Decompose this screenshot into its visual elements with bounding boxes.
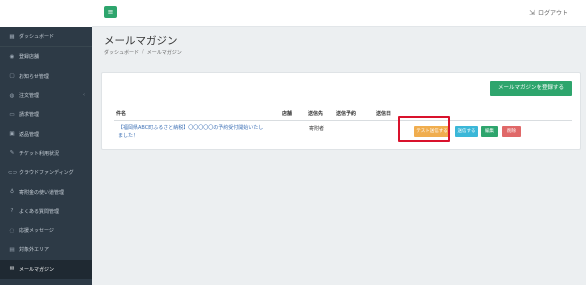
subject-line-2: ました！ [118,132,139,139]
sidebar: ▦ ダッシュボード ◉ 登録店舗 ▢ お知らせ管理 ◍ 注文管理 ‹ ▭ 請求管… [0,0,92,285]
menu-toggle-button[interactable]: ≡ [104,6,117,18]
donation-icon: ♁ [9,189,15,196]
table-header: 件名 店舗 送信先 送信予約 送信日 [114,110,572,119]
logout-link[interactable]: ⇲ ログアウト [529,8,568,18]
store-icon: ◉ [9,53,15,60]
sidebar-item-label: 注文管理 [19,93,40,100]
dashboard-icon: ▦ [9,33,15,40]
sidebar-item-label: 応援メッセージ [19,228,54,235]
sidebar-item-label: 請求管理 [19,112,40,119]
sidebar-item-billing[interactable]: ▭ 請求管理 [0,105,92,124]
table-row: 【福岡県ABC町ふるさと納税】〇〇〇〇〇の予約受付開始いたし ました！ 寄附者 … [114,123,572,143]
sidebar-item-notices[interactable]: ▢ お知らせ管理 [0,67,92,86]
sidebar-item-orders[interactable]: ◍ 注文管理 ‹ [0,86,92,105]
breadcrumb-separator: / [142,49,144,55]
logout-icon: ⇲ [529,8,535,17]
billing-icon: ▭ [9,111,15,118]
sidebar-item-crowdfunding[interactable]: ⊂⊃ クラウドファンディング [0,163,92,182]
highlight-box [398,116,450,142]
sidebar-item-dashboard[interactable]: ▦ ダッシュボード [0,27,92,46]
register-mail-magazine-button[interactable]: メールマガジンを登録する [490,81,572,96]
page-title: メールマガジン [104,35,178,47]
sidebar-item-label: クラウドファンディング [19,170,74,177]
sidebar-item-donation-usage[interactable]: ♁ 寄附金の使い道管理 [0,182,92,201]
column-header-store: 店舗 [282,111,293,117]
sidebar-item-mail-magazine[interactable]: ✉ メールマガジン [0,259,92,279]
return-icon: ▣ [9,131,15,138]
send-button[interactable]: 送信する [455,125,478,137]
mail-icon: ✉ [9,266,15,273]
sidebar-item-label: 返品管理 [19,131,40,138]
recipient-cell: 寄附者 [309,126,325,132]
mail-magazine-panel: メールマガジンを登録する 件名 店舗 送信先 送信予約 送信日 【福岡県ABC町… [101,72,581,150]
sidebar-item-label: よくある質問管理 [19,208,60,215]
sidebar-item-label: メールマガジン [19,266,55,273]
sidebar-item-messages[interactable]: ◌ 応援メッセージ [0,221,92,240]
cart-icon: ◍ [9,92,15,99]
subject-link[interactable]: 【福岡県ABC町ふるさと納税】〇〇〇〇〇の予約受付開始いたし ました！ [118,125,278,140]
notice-icon: ▢ [9,73,15,80]
chevron-left-icon: ‹ [83,91,85,98]
divider [114,120,572,121]
ticket-icon: ✎ [9,150,15,157]
sidebar-item-label: チケット利用状況 [19,150,60,157]
logout-label: ログアウト [537,10,568,17]
sidebar-item-tickets[interactable]: ✎ チケット利用状況 [0,144,92,163]
sidebar-item-faq[interactable]: ? よくある質問管理 [0,202,92,221]
column-header-subject: 件名 [116,111,127,117]
top-bar: ≡ ⇲ ログアウト [92,0,586,27]
column-header-sent-date: 送信日 [376,111,392,117]
area-icon: ▤ [9,246,15,253]
delete-button[interactable]: 削除 [502,125,521,137]
sidebar-item-excluded-areas[interactable]: ▤ 対象外エリア [0,240,92,259]
sidebar-item-label: 登録店舗 [19,54,40,61]
faq-icon: ? [10,208,14,215]
subject-line-1: 【福岡県ABC町ふるさと納税】〇〇〇〇〇の予約受付開始いたし [118,125,264,131]
crowdfunding-icon: ⊂⊃ [8,169,18,176]
column-header-scheduled: 送信予約 [336,111,357,117]
sidebar-item-label: 対象外エリア [19,247,50,254]
breadcrumb-link-dashboard[interactable]: ダッシュボード [104,49,139,56]
sidebar-nav: ▦ ダッシュボード ◉ 登録店舗 ▢ お知らせ管理 ◍ 注文管理 ‹ ▭ 請求管… [0,27,92,279]
sidebar-brand-area [0,0,92,27]
column-header-recipient: 送信先 [308,111,324,117]
breadcrumb: ダッシュボード / メールマガジン [104,49,182,56]
message-icon: ◌ [9,227,15,234]
sidebar-item-label: 寄附金の使い道管理 [19,189,65,196]
edit-button[interactable]: 編集 [481,125,498,137]
sidebar-item-returns[interactable]: ▣ 返品管理 [0,124,92,143]
sidebar-item-label: お知らせ管理 [19,73,49,80]
sidebar-item-stores[interactable]: ◉ 登録店舗 [0,47,92,66]
sidebar-item-label: ダッシュボード [19,34,55,41]
breadcrumb-current: メールマガジン [146,50,182,56]
